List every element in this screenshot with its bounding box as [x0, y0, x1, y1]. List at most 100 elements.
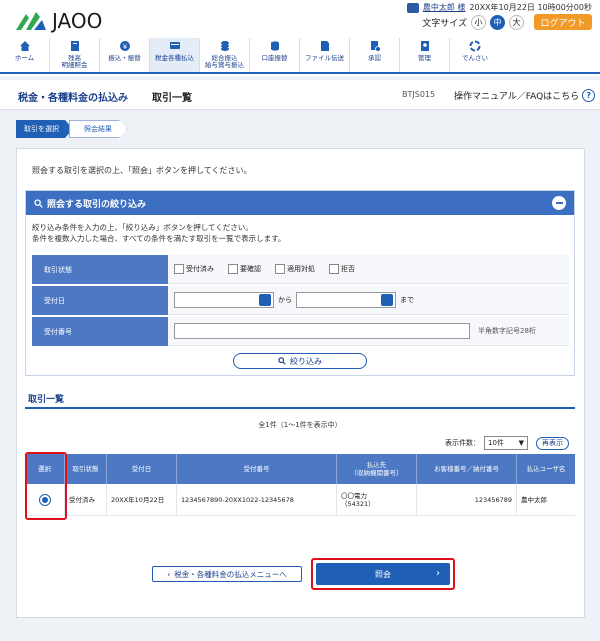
nav-item-file-transfer[interactable]: ファイル伝送	[300, 38, 350, 72]
nav-item-label: 残高 明細照会	[61, 54, 88, 69]
search-icon	[278, 357, 286, 365]
card-icon	[169, 42, 180, 49]
nav-item-approval[interactable]: 承認	[350, 38, 400, 72]
col-customer-no: お客様番号／納付番号	[417, 454, 517, 484]
date-from-input[interactable]	[174, 292, 274, 308]
chevron-right-icon: ›	[436, 568, 440, 579]
nav-item-bulk-transfer[interactable]: 総合振込 給与賞与振込	[200, 38, 250, 72]
page-title: 取引一覧	[152, 93, 192, 104]
back-to-menu-label: 税金・各種料金の払込メニューへ	[174, 569, 287, 579]
nav-item-label: 管理	[418, 54, 431, 62]
search-icon	[34, 198, 43, 208]
home-icon	[19, 41, 30, 51]
brand-logo[interactable]: JAOO	[14, 8, 102, 34]
status-label: 取引状態	[32, 255, 168, 284]
instruction-text: 照会する取引を選択の上、「照会」ボタンを押してください。	[32, 166, 252, 175]
nav-item-label: 総合振込 給与賞与振込	[205, 54, 244, 69]
row-number: 1234567890-20XX1022-12345678	[177, 484, 337, 516]
nav-item-densai[interactable]: でんさい	[450, 38, 500, 72]
status-checkbox-applied[interactable]: 適用対処	[275, 264, 315, 274]
nav-item-balance[interactable]: 残高 明細照会	[50, 38, 100, 72]
font-size-label: 文字サイズ	[422, 18, 467, 29]
step-result: 照会結果	[69, 120, 127, 138]
number-label: 受付番号	[32, 317, 168, 346]
page-category: 税金・各種料金の払込み	[18, 93, 128, 104]
step-select: 取引を選択	[16, 120, 73, 138]
nav-item-label: 口座振替	[261, 54, 288, 62]
chevron-left-icon: ‹	[167, 569, 171, 579]
filter-row-date: 受付日 から まで	[32, 286, 569, 316]
book-icon	[70, 41, 79, 51]
font-size-small-button[interactable]: 小	[471, 14, 486, 30]
svg-text:¥: ¥	[122, 43, 127, 51]
inquire-label: 照会	[375, 569, 391, 579]
nav-item-admin[interactable]: 管理	[400, 38, 450, 72]
row-date: 20XX年10月22日	[107, 484, 177, 516]
brand-name: JAOO	[52, 9, 103, 33]
checkbox-icon	[174, 264, 184, 274]
admin-icon	[420, 41, 429, 51]
list-title: 取引一覧	[28, 395, 65, 405]
per-page-label: 表示件数：	[445, 439, 480, 447]
filter-row-number: 受付番号 半角数字記号28桁	[32, 317, 569, 347]
per-page-value: 10件	[488, 439, 504, 447]
nav-item-label: ホーム	[14, 54, 35, 62]
approve-icon	[370, 41, 381, 52]
checkbox-icon	[275, 264, 285, 274]
help-icon: ?	[582, 89, 596, 102]
checkbox-icon	[228, 264, 238, 274]
col-user: 払込ユーザ名	[517, 454, 575, 484]
nav-item-transfer[interactable]: ¥ 振込・振替	[100, 38, 150, 72]
filter-desc-line-2: 条件を複数入力した場合、すべての条件を満たす取引を一覧で表示します。	[32, 234, 286, 243]
date-range: から まで	[168, 286, 569, 315]
date-label: 受付日	[32, 286, 168, 315]
screen-code: BTJS015	[402, 90, 436, 99]
nav-item-account-debit[interactable]: 口座振替	[250, 38, 300, 72]
coins-icon	[270, 41, 279, 51]
per-page-controls: 表示件数： 10件 ▼ 再表示	[445, 436, 569, 450]
collapse-icon[interactable]	[552, 196, 566, 210]
row-status: 受付済み	[65, 484, 107, 516]
font-size-controls: 文字サイズ 小 中 大 ログアウト	[422, 14, 592, 30]
checkbox-label: 適用対処	[287, 265, 315, 273]
user-icon	[406, 2, 419, 13]
table-header: 選択 取引状態 受付日 受付番号 払込先 （収納機関番号） お客様番号／納付番号…	[25, 454, 575, 484]
inquire-button[interactable]: 照会 ›	[316, 563, 450, 585]
table-row[interactable]: 受付済み 20XX年10月22日 1234567890-20XX1022-123…	[25, 484, 575, 516]
stack-icon	[220, 41, 229, 51]
font-size-large-button[interactable]: 大	[509, 14, 524, 30]
nav-item-tax-payment[interactable]: 税金各種払込	[150, 38, 200, 72]
receipt-number-input[interactable]	[174, 323, 470, 339]
nav-item-home[interactable]: ホーム	[0, 38, 50, 72]
filter-section: 照会する取引の絞り込み 絞り込み条件を入力の上、「絞り込み」ボタンを押してくださ…	[25, 190, 575, 376]
filter-description: 絞り込み条件を入力の上、「絞り込み」ボタンを押してください。 条件を複数入力した…	[32, 222, 285, 244]
filter-header[interactable]: 照会する取引の絞り込み	[26, 191, 574, 215]
number-field-wrap: 半角数字記号28桁	[168, 317, 569, 346]
number-hint: 半角数字記号28桁	[478, 327, 536, 335]
checkbox-label: 拒否	[341, 265, 355, 273]
per-page-select[interactable]: 10件 ▼	[484, 436, 528, 450]
status-checkbox-rejected[interactable]: 拒否	[329, 264, 355, 274]
narrow-down-label: 絞り込み	[290, 356, 322, 366]
narrow-down-button[interactable]: 絞り込み	[233, 353, 367, 369]
user-name-link[interactable]: 農中太郎 様	[423, 2, 466, 13]
back-to-menu-button[interactable]: ‹ 税金・各種料金の払込メニューへ	[152, 566, 302, 582]
status-options: 受付済み 要確認 適用対処 拒否	[168, 255, 569, 284]
col-payee: 払込先 （収納機関番号）	[337, 454, 417, 484]
font-size-medium-button[interactable]: 中	[490, 14, 505, 30]
status-checkbox-check[interactable]: 要確認	[228, 264, 261, 274]
nav-item-label: でんさい	[462, 54, 488, 62]
status-checkbox-accepted[interactable]: 受付済み	[174, 264, 214, 274]
calendar-icon[interactable]	[259, 294, 271, 306]
global-nav: ホーム 残高 明細照会 ¥ 振込・振替 税金各種払込 総合振込 給与賞与振込 口…	[0, 38, 600, 74]
calendar-icon[interactable]	[381, 294, 393, 306]
logout-button[interactable]: ログアウト	[534, 14, 592, 30]
user-line: 農中太郎 様 20XX年10月22日 10時00分00秒	[406, 2, 592, 13]
login-datetime: 20XX年10月22日 10時00分00秒	[469, 3, 592, 12]
result-count: 全1件（1～1件を表示中）	[258, 421, 342, 429]
help-link[interactable]: 操作マニュアル／FAQはこちら ?	[454, 89, 596, 102]
redisplay-button[interactable]: 再表示	[536, 436, 569, 450]
checkbox-icon	[329, 264, 339, 274]
date-to-input[interactable]	[296, 292, 396, 308]
nav-item-label: 税金各種払込	[155, 54, 194, 62]
